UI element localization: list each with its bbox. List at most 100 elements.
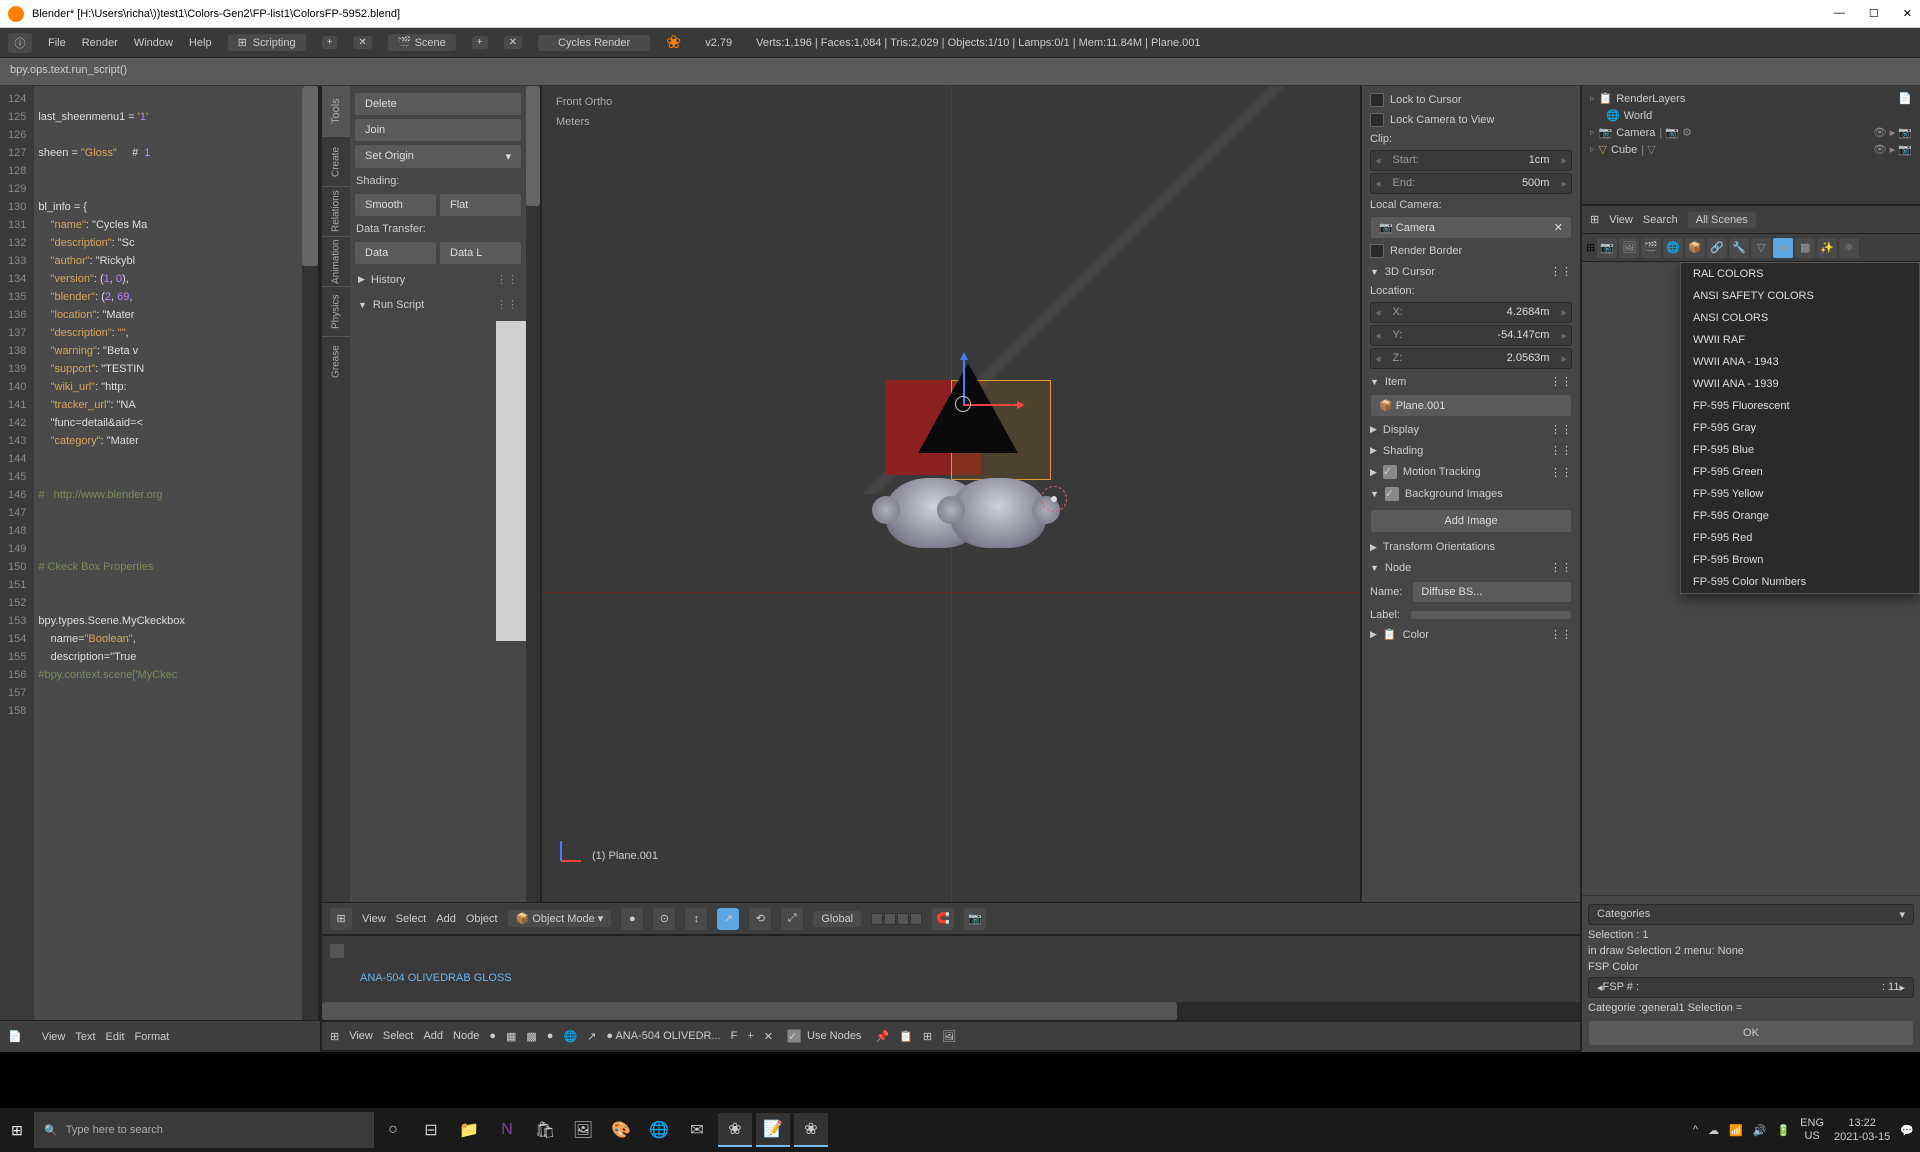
clip-start-field[interactable]: ◂Start:1cm▸ <box>1370 150 1572 171</box>
tools-tab-grease[interactable]: Grease <box>322 336 350 386</box>
notifications-icon[interactable]: 💬 <box>1900 1124 1914 1137</box>
blender-task-icon[interactable]: ❀ <box>718 1113 752 1147</box>
layout-add[interactable]: + <box>322 36 338 49</box>
language-indicator[interactable]: ENG US <box>1800 1117 1824 1143</box>
props-tab-material[interactable]: ● <box>1773 238 1793 258</box>
3d-cursor[interactable] <box>1041 486 1067 512</box>
smooth-button[interactable]: Smooth <box>354 193 437 217</box>
shader-nodes-icon[interactable]: ● <box>489 1030 496 1042</box>
node-label-input[interactable] <box>1410 610 1572 620</box>
v3d-view[interactable]: View <box>362 913 386 925</box>
outliner-search[interactable]: Search <box>1643 214 1678 226</box>
props-tab-layers[interactable]: 🖼 <box>1619 238 1639 258</box>
blender2-task-icon[interactable]: ❀ <box>794 1113 828 1147</box>
start-button[interactable]: ⊞ <box>6 1119 28 1141</box>
pivot-icon[interactable]: ⊙ <box>653 908 675 930</box>
shading-section[interactable]: Shading⋮⋮ <box>1366 440 1576 461</box>
history-header[interactable]: History⋮⋮ <box>354 267 522 292</box>
renderer-selector[interactable]: Cycles Render <box>538 35 650 51</box>
color-menu-item[interactable]: FP-595 Fluorescent <box>1681 395 1919 417</box>
join-button[interactable]: Join <box>354 118 522 142</box>
explorer-icon[interactable]: 📁 <box>452 1113 486 1147</box>
node-select[interactable]: Select <box>383 1030 414 1042</box>
color-menu-item[interactable]: WWII RAF <box>1681 329 1919 351</box>
line-nodes-icon[interactable]: ↗ <box>587 1030 596 1043</box>
render-border-checkbox[interactable] <box>1370 244 1384 258</box>
color-menu-item[interactable]: WWII ANA - 1943 <box>1681 351 1919 373</box>
suzanne-2[interactable] <box>951 478 1046 548</box>
photos-icon[interactable]: 🖼 <box>566 1113 600 1147</box>
categories-dropdown[interactable]: Categories▾ <box>1588 904 1914 925</box>
outliner-type-icon[interactable]: ⊞ <box>1590 213 1599 226</box>
render-icon[interactable]: 📷 <box>964 908 986 930</box>
tools-tab-tools[interactable]: Tools <box>322 86 350 136</box>
mat-del-button[interactable]: ✕ <box>764 1030 773 1043</box>
node-section[interactable]: Node⋮⋮ <box>1366 557 1576 578</box>
props-tab-world[interactable]: 🌐 <box>1663 238 1683 258</box>
color-menu-item[interactable]: FP-595 Color Numbers <box>1681 571 1919 593</box>
display-section[interactable]: Display⋮⋮ <box>1366 419 1576 440</box>
compositor-icon[interactable]: ▦ <box>506 1030 516 1043</box>
menu-window[interactable]: Window <box>134 37 173 49</box>
node-node[interactable]: Node <box>453 1030 479 1042</box>
color-menu-item[interactable]: FP-595 Green <box>1681 461 1919 483</box>
paint-icon[interactable]: 🎨 <box>604 1113 638 1147</box>
tools-tab-relations[interactable]: Relations <box>322 186 350 236</box>
texture-nodes-icon[interactable]: ▩ <box>526 1030 536 1043</box>
tools-tab-create[interactable]: Create <box>322 136 350 186</box>
props-tab-constraints[interactable]: 🔗 <box>1707 238 1727 258</box>
tray-up-icon[interactable]: ^ <box>1693 1124 1698 1136</box>
cursor-z-field[interactable]: ◂Z:2.0563m▸ <box>1370 348 1572 369</box>
outliner[interactable]: ▹📋RenderLayers📄 🌐World ▹📷Camera| 📷 ⚙👁 ▸ … <box>1582 86 1920 206</box>
manip-rotate-icon[interactable]: ⟲ <box>749 908 771 930</box>
clock[interactable]: 13:22 2021-03-15 <box>1834 1116 1890 1144</box>
tools-tab-physics[interactable]: Physics <box>322 286 350 336</box>
props-tab-object[interactable]: 📦 <box>1685 238 1705 258</box>
minimize-button[interactable]: — <box>1834 7 1845 20</box>
3d-viewport[interactable]: Front Ortho Meters (1) Plan <box>542 86 1360 902</box>
pin-icon[interactable]: 📌 <box>875 1030 889 1043</box>
data-button[interactable]: Data <box>354 241 437 265</box>
wifi-icon[interactable]: 📶 <box>1729 1124 1743 1137</box>
props-editor-icon[interactable]: ⊞ <box>1586 241 1595 254</box>
node-copy-icon[interactable]: 📋 <box>899 1030 913 1043</box>
mode-selector[interactable]: 📦 Object Mode ▾ <box>508 910 612 927</box>
camera-input[interactable]: 📷 Camera✕ <box>1370 216 1572 239</box>
close-button[interactable]: ✕ <box>1903 7 1912 20</box>
props-tab-render[interactable]: 📷 <box>1597 238 1617 258</box>
battery-icon[interactable]: 🔋 <box>1776 1124 1790 1137</box>
manip-scale-icon[interactable]: ⤢ <box>781 908 803 930</box>
store-icon[interactable]: 🛍 <box>528 1113 562 1147</box>
notepad-icon[interactable]: 📝 <box>756 1113 790 1147</box>
info-icon[interactable]: ⓘ <box>8 33 32 53</box>
color-menu-item[interactable]: FP-595 Yellow <box>1681 483 1919 505</box>
manipulator-toggle[interactable]: ↕ <box>685 908 707 930</box>
tools-tab-animation[interactable]: Animation <box>322 236 350 286</box>
node-add[interactable]: Add <box>423 1030 443 1042</box>
flat-button[interactable]: Flat <box>439 193 522 217</box>
color-menu-item[interactable]: FP-595 Blue <box>1681 439 1919 461</box>
node-name-input[interactable]: Diffuse BS... <box>1412 581 1572 603</box>
props-tab-physics[interactable]: ⚛ <box>1839 238 1859 258</box>
snap-icon[interactable]: 🧲 <box>932 908 954 930</box>
text-menu-format[interactable]: Format <box>135 1031 170 1043</box>
node-backdrop-icon[interactable]: 🖼 <box>942 1030 956 1043</box>
props-tab-particles[interactable]: ✨ <box>1817 238 1837 258</box>
props-tab-scene[interactable]: 🎬 <box>1641 238 1661 258</box>
color-menu-item[interactable]: FP-595 Brown <box>1681 549 1919 571</box>
clip-end-field[interactable]: ◂End:500m▸ <box>1370 173 1572 194</box>
timeline-scrollbar[interactable] <box>322 1002 1580 1020</box>
tools-scrollbar[interactable] <box>526 86 540 902</box>
add-image-button[interactable]: Add Image <box>1370 509 1572 533</box>
text-editor-icon[interactable]: 📄 <box>8 1030 22 1043</box>
node-snap-icon[interactable]: ⊞ <box>923 1030 932 1043</box>
text-menu-edit[interactable]: Edit <box>106 1031 125 1043</box>
item-name-input[interactable]: 📦 Plane.001 <box>1370 394 1572 417</box>
props-tab-texture[interactable]: ▩ <box>1795 238 1815 258</box>
color-menu-item[interactable]: FP-595 Gray <box>1681 417 1919 439</box>
text-menu-view[interactable]: View <box>42 1031 66 1043</box>
v3d-object[interactable]: Object <box>466 913 498 925</box>
text-menu-text[interactable]: Text <box>75 1031 95 1043</box>
node-editor-icon[interactable]: ⊞ <box>330 1030 339 1043</box>
outliner-filter[interactable]: All Scenes <box>1688 212 1756 228</box>
